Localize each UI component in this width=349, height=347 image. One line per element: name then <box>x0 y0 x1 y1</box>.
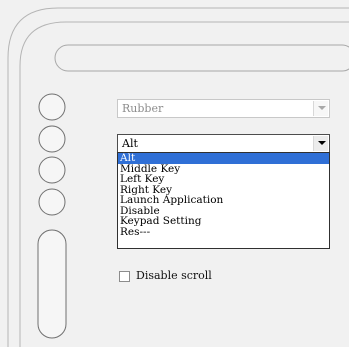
tablet-top-slot <box>54 44 349 72</box>
express-key-3 <box>38 156 66 184</box>
key-assignment-select[interactable]: Alt <box>117 134 330 153</box>
key-assignment-value: Alt <box>122 137 138 150</box>
touch-strip <box>37 229 67 339</box>
dropdown-arrow-button[interactable] <box>313 101 328 116</box>
dropdown-option-disable[interactable]: Disable <box>118 206 329 217</box>
express-key-4 <box>38 188 66 216</box>
dropdown-option-keypad-setting[interactable]: Keypad Setting <box>118 216 329 227</box>
key-assignment-dropdown-list: Alt Middle Key Left Key Right Key Launch… <box>117 152 330 249</box>
function-select-value: Rubber <box>122 102 164 115</box>
dropdown-option-alt[interactable]: Alt <box>118 153 329 164</box>
dropdown-option-left-key[interactable]: Left Key <box>118 174 329 185</box>
dropdown-option-launch-application[interactable]: Launch Application <box>118 195 329 206</box>
chevron-down-icon <box>318 106 326 110</box>
chevron-down-icon <box>318 141 326 145</box>
dropdown-option-right-key[interactable]: Right Key <box>118 185 329 196</box>
disable-scroll-label[interactable]: Disable scroll <box>136 269 212 283</box>
function-select[interactable]: Rubber <box>117 99 330 118</box>
dropdown-option-res[interactable]: Res--- <box>118 227 329 238</box>
disable-scroll-checkbox[interactable] <box>119 271 130 282</box>
dropdown-option-middle-key[interactable]: Middle Key <box>118 164 329 175</box>
dropdown-arrow-button[interactable] <box>313 136 328 151</box>
express-key-1 <box>38 93 66 121</box>
express-key-2 <box>38 125 66 153</box>
